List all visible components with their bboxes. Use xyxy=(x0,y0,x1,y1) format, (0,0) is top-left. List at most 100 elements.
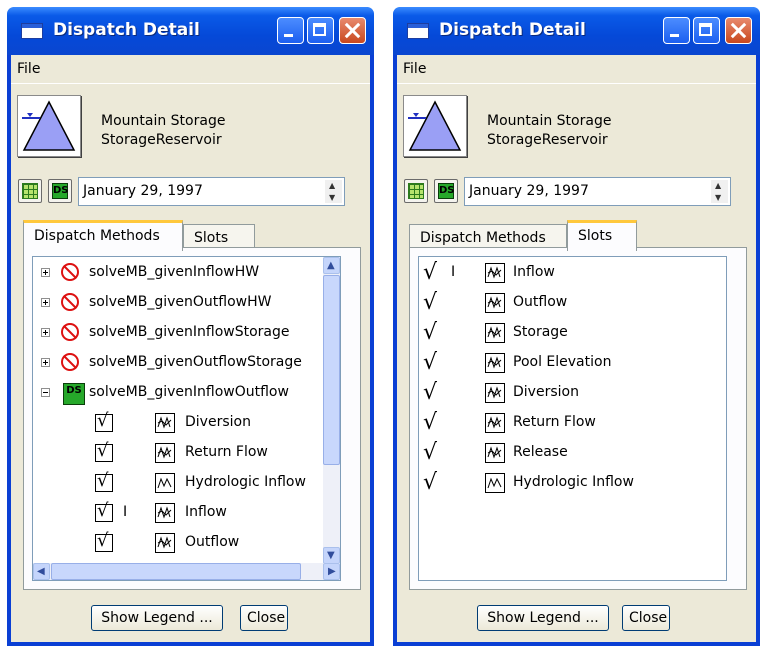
series-slot-icon xyxy=(485,413,505,433)
vertical-scrollbar[interactable]: ▲ ▼ xyxy=(323,257,340,564)
scroll-right-button[interactable]: ▶ xyxy=(323,563,340,580)
expand-icon[interactable] xyxy=(41,358,50,367)
checkmark-icon: √ xyxy=(423,290,438,315)
series-slot-icon xyxy=(485,353,505,373)
expand-icon[interactable] xyxy=(41,328,50,337)
reservoir-triangle-icon[interactable] xyxy=(17,95,81,157)
checkmark-icon xyxy=(95,500,113,522)
slot-name: Hydrologic Inflow xyxy=(513,474,634,490)
ds-icon: DS xyxy=(63,383,85,405)
maximize-button[interactable] xyxy=(693,17,720,44)
menu-file[interactable]: File xyxy=(403,61,426,77)
scroll-up-button[interactable]: ▲ xyxy=(323,257,340,274)
slot-row[interactable]: √ Hydrologic Inflow xyxy=(419,469,719,499)
checkmark-icon xyxy=(95,530,113,552)
tab-panel: √ I Inflow √ Outflow √ Storage √ Pool El… xyxy=(409,247,747,590)
date-value: January 29, 1997 xyxy=(83,183,203,199)
method-name: solveMB_givenInflowStorage xyxy=(89,324,290,340)
checkmark-icon: √ xyxy=(423,470,438,495)
close-button[interactable]: Close xyxy=(622,605,670,631)
method-slot-row[interactable]: Hydrologic Inflow xyxy=(33,469,323,499)
slot-row[interactable]: √ Outflow xyxy=(419,289,719,319)
show-legend-button[interactable]: Show Legend ... xyxy=(91,605,223,631)
slot-flag: I xyxy=(123,504,128,520)
close-window-button[interactable] xyxy=(725,17,752,44)
series-slot-icon xyxy=(485,293,505,313)
date-field[interactable]: January 29, 1997 xyxy=(78,177,345,206)
slot-name: Hydrologic Inflow xyxy=(185,474,306,490)
slot-flag: I xyxy=(451,264,456,280)
window-title: Dispatch Detail xyxy=(439,20,586,40)
slot-row[interactable]: √ I Inflow xyxy=(419,259,719,289)
series-slot-icon xyxy=(485,443,505,463)
date-spinner[interactable] xyxy=(325,180,342,203)
close-window-button[interactable] xyxy=(339,17,366,44)
scroll-thumb[interactable] xyxy=(51,563,301,580)
title-bar[interactable]: Dispatch Detail xyxy=(7,7,374,55)
ds-icon: DS xyxy=(52,183,69,199)
menu-bar: File xyxy=(11,55,370,84)
minimize-button[interactable] xyxy=(277,17,304,44)
slot-row[interactable]: √ Return Flow xyxy=(419,409,719,439)
checkmark-icon: √ xyxy=(423,260,438,285)
scroll-left-button[interactable]: ◀ xyxy=(33,563,50,580)
slot-list[interactable]: √ I Inflow √ Outflow √ Storage √ Pool El… xyxy=(418,256,727,581)
checkmark-icon: √ xyxy=(423,380,438,405)
object-type: StorageReservoir xyxy=(101,132,222,148)
ds-icon: DS xyxy=(438,183,455,199)
slot-name: Storage xyxy=(513,324,568,340)
slot-name: Outflow xyxy=(185,534,240,550)
date-field[interactable]: January 29, 1997 xyxy=(464,177,731,206)
reservoir-triangle-icon[interactable] xyxy=(403,95,467,157)
series-slot-icon xyxy=(485,263,505,283)
menu-bar: File xyxy=(397,55,756,84)
date-spinner[interactable] xyxy=(711,180,728,203)
window-client: File Mountain Storage StorageReservoir D… xyxy=(11,55,370,642)
series-slot-icon xyxy=(485,473,505,493)
grid-button[interactable] xyxy=(18,179,42,203)
ds-button[interactable]: DS xyxy=(48,179,72,203)
slot-name: Diversion xyxy=(513,384,579,400)
checkmark-icon xyxy=(95,470,113,492)
menu-file[interactable]: File xyxy=(17,61,40,77)
slot-name: Return Flow xyxy=(185,444,268,460)
expand-icon[interactable] xyxy=(41,268,50,277)
slot-row[interactable]: √ Diversion xyxy=(419,379,719,409)
window-client: File Mountain Storage StorageReservoir D… xyxy=(397,55,756,642)
no-dispatch-icon xyxy=(61,323,79,341)
slot-row[interactable]: √ Release xyxy=(419,439,719,469)
slot-name: Inflow xyxy=(513,264,555,280)
checkmark-icon: √ xyxy=(423,410,438,435)
slot-row[interactable]: √ Pool Elevation xyxy=(419,349,719,379)
close-button[interactable]: Close xyxy=(240,605,288,631)
method-slot-row[interactable]: Outflow xyxy=(33,529,323,559)
series-slot-icon xyxy=(485,383,505,403)
window-title: Dispatch Detail xyxy=(53,20,200,40)
title-bar[interactable]: Dispatch Detail xyxy=(393,7,760,55)
checkmark-icon: √ xyxy=(423,440,438,465)
scroll-thumb[interactable] xyxy=(323,275,340,465)
slot-row[interactable]: √ Storage xyxy=(419,319,719,349)
horizontal-scrollbar[interactable]: ◀ ▶ xyxy=(33,563,340,580)
dispatch-method-tree[interactable]: solveMB_givenInflowHW solveMB_givenOutfl… xyxy=(32,256,341,581)
method-slot-row[interactable]: I Inflow xyxy=(33,499,323,529)
ds-button[interactable]: DS xyxy=(434,179,458,203)
minimize-button[interactable] xyxy=(663,17,690,44)
series-slot-icon xyxy=(155,533,175,553)
tab-slots[interactable]: Slots xyxy=(567,220,637,251)
maximize-button[interactable] xyxy=(307,17,334,44)
method-slot-row[interactable]: Return Flow xyxy=(33,439,323,469)
method-slot-row[interactable]: Diversion xyxy=(33,409,323,439)
scroll-down-button[interactable]: ▼ xyxy=(323,547,340,564)
window-icon xyxy=(407,23,429,39)
collapse-icon[interactable] xyxy=(41,388,50,397)
series-slot-icon xyxy=(155,473,175,493)
dispatch-detail-window-1: Dispatch Detail File Mountain Storage St… xyxy=(7,7,374,646)
expand-icon[interactable] xyxy=(41,298,50,307)
show-legend-button[interactable]: Show Legend ... xyxy=(477,605,609,631)
object-info: Mountain Storage StorageReservoir xyxy=(487,112,611,150)
no-dispatch-icon xyxy=(61,293,79,311)
tab-dispatch-methods[interactable]: Dispatch Methods xyxy=(23,220,183,251)
object-name: Mountain Storage xyxy=(487,113,612,129)
grid-button[interactable] xyxy=(404,179,428,203)
